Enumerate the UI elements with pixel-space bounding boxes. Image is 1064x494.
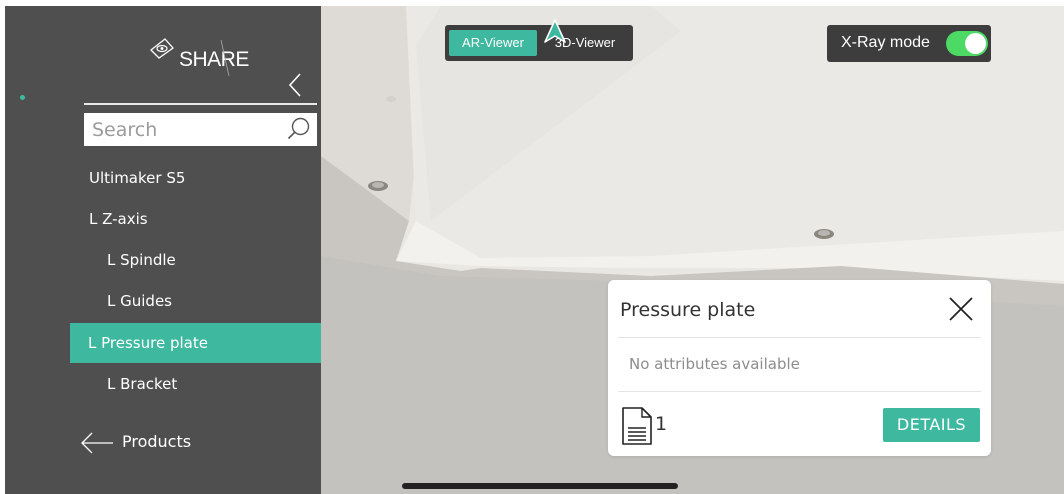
ar-viewer-tab[interactable]: AR-Viewer [449, 30, 537, 56]
tree-item-bracket[interactable]: L Bracket [5, 364, 321, 404]
collapse-sidebar-chevron-icon[interactable] [288, 73, 302, 97]
ar-viewer-label: AR-Viewer [462, 35, 524, 50]
tree-item-label: L Pressure plate [88, 334, 208, 352]
logo-text: SHARE [179, 48, 249, 71]
viewer-mode-toggle: AR-Viewer 3D-Viewer [445, 25, 633, 61]
xray-mode-control: X-Ray mode [827, 25, 991, 62]
tree-item-guides[interactable]: L Guides [5, 281, 321, 321]
sidebar: SHARE Ultimaker S5 L Z-axis L Spindle [5, 6, 321, 494]
status-dot [20, 95, 25, 100]
tree-item-spindle[interactable]: L Spindle [5, 240, 321, 280]
card-divider [618, 391, 981, 392]
logo-eye-icon [150, 38, 174, 59]
share-logo: SHARE [145, 34, 255, 80]
document-count: 1 [655, 413, 668, 435]
logo-slash [220, 39, 230, 77]
xray-mode-label: X-Ray mode [841, 34, 930, 51]
home-indicator [402, 483, 678, 489]
tree-item-label: Ultimaker S5 [89, 169, 186, 187]
tree-item-label: L Spindle [107, 251, 176, 269]
details-button[interactable]: DETAILS [883, 408, 980, 442]
xray-mode-toggle[interactable] [946, 31, 988, 56]
tree-item-ultimaker-s5[interactable]: Ultimaker S5 [5, 158, 321, 198]
part-detail-card: Pressure plate No attributes available 1… [608, 280, 991, 456]
document-icon[interactable] [620, 406, 654, 446]
navigation-arrow-icon [544, 19, 566, 43]
sidebar-divider [84, 103, 317, 105]
tree-item-label: L Z-axis [89, 210, 148, 228]
search-box[interactable] [84, 113, 317, 146]
products-back-link[interactable]: Products [80, 428, 280, 458]
search-icon[interactable] [287, 117, 311, 141]
arrow-left-icon [81, 432, 113, 454]
card-divider [618, 337, 981, 338]
tree-item-label: L Bracket [107, 375, 178, 393]
toggle-knob [965, 33, 986, 54]
tree-item-z-axis[interactable]: L Z-axis [5, 199, 321, 239]
card-title: Pressure plate [620, 299, 756, 321]
products-label: Products [122, 432, 192, 451]
tree-item-pressure-plate[interactable]: L Pressure plate [70, 323, 321, 363]
tree-item-label: L Guides [107, 292, 172, 310]
close-icon[interactable] [947, 295, 975, 323]
app-frame: SHARE Ultimaker S5 L Z-axis L Spindle [0, 0, 1064, 494]
search-input[interactable] [92, 116, 282, 143]
attributes-text: No attributes available [629, 355, 800, 373]
